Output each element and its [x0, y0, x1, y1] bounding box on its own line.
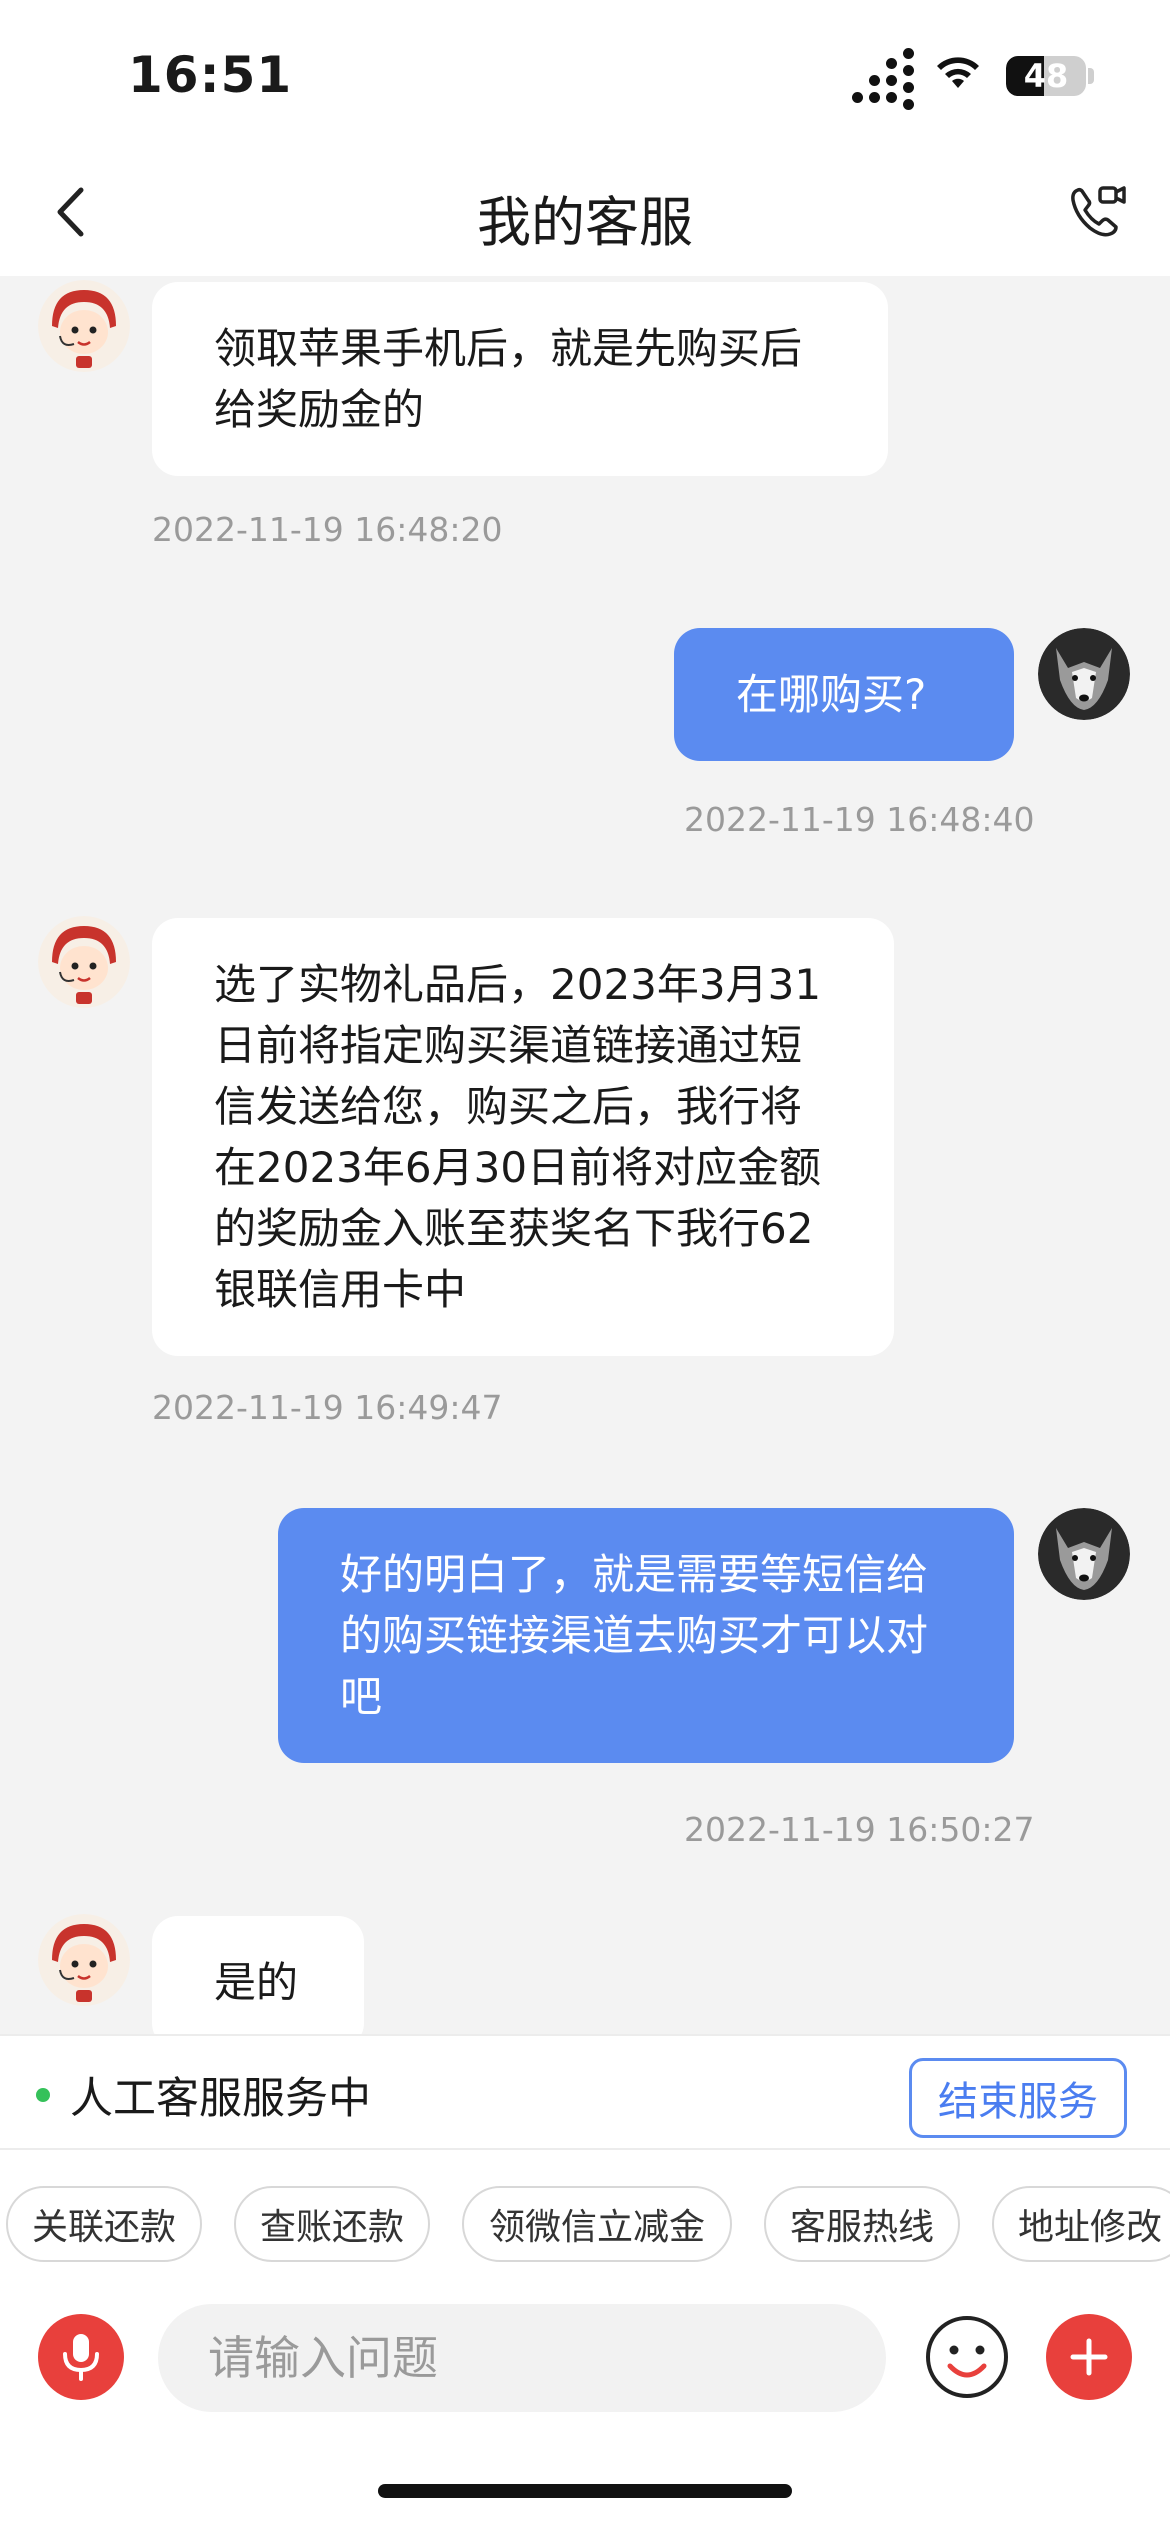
- message-text: 领取苹果手机后，就是先购买后给奖励金的: [214, 324, 803, 434]
- chip-bill-repayment[interactable]: 查账还款: [234, 2186, 430, 2262]
- page-title: 我的客服: [477, 191, 693, 254]
- mic-icon: [63, 2334, 99, 2381]
- plus-icon: [1070, 2338, 1108, 2376]
- message-bubble-agent: 选了实物礼品后，2023年3月31日前将指定购买渠道链接通过短信发送给您，购买之…: [152, 918, 894, 1356]
- message-bubble-agent: 是的: [152, 1916, 364, 2034]
- service-status-bar: 人工客服服务中 结束服务: [0, 2034, 1170, 2150]
- quick-reply-chips: 关联还款 查账还款 领微信立减金 客服热线 地址修改: [0, 2150, 1170, 2300]
- chip-address-change[interactable]: 地址修改: [992, 2186, 1170, 2262]
- message-bubble-user: 在哪购买?: [674, 628, 1014, 761]
- message-timestamp: 2022-11-19 16:50:27: [684, 1810, 1035, 1849]
- battery-icon: 48: [1006, 56, 1086, 96]
- battery-percent: 48: [1023, 57, 1069, 95]
- status-bar: 16:51 48: [0, 0, 1170, 150]
- user-avatar: [1038, 628, 1130, 720]
- input-bar: [0, 2300, 1170, 2532]
- smile-icon[interactable]: [924, 2314, 1010, 2400]
- user-avatar: [1038, 1508, 1130, 1600]
- online-status-dot: [36, 2088, 50, 2102]
- service-status-text: 人工客服服务中: [70, 2074, 371, 2124]
- battery-cap: [1088, 68, 1094, 84]
- chip-linked-repayment[interactable]: 关联还款: [6, 2186, 202, 2262]
- chip-service-hotline[interactable]: 客服热线: [764, 2186, 960, 2262]
- add-button[interactable]: [1046, 2314, 1132, 2400]
- agent-avatar: [38, 1914, 130, 2006]
- message-bubble-user: 好的明白了，就是需要等短信给的购买链接渠道去购买才可以对吧: [278, 1508, 1014, 1763]
- end-service-button[interactable]: 结束服务: [909, 2058, 1127, 2138]
- agent-avatar: [38, 280, 130, 372]
- message-timestamp: 2022-11-19 16:48:20: [152, 510, 503, 549]
- message-text: 好的明白了，就是需要等短信给的购买链接渠道去购买才可以对吧: [340, 1550, 929, 1721]
- home-indicator: [378, 2484, 792, 2498]
- message-text: 是的: [214, 1958, 299, 2007]
- message-timestamp: 2022-11-19 16:48:40: [684, 800, 1035, 839]
- voice-input-button[interactable]: [38, 2314, 124, 2400]
- chat-message-list[interactable]: 领取苹果手机后，就是先购买后给奖励金的 2022-11-19 16:48:20 …: [0, 276, 1170, 2034]
- agent-avatar: [38, 916, 130, 1008]
- message-text: 在哪购买?: [736, 670, 927, 719]
- cellular-signal-icon: [852, 48, 914, 110]
- phone-video-icon[interactable]: [1064, 180, 1128, 244]
- chip-wechat-discount[interactable]: 领微信立减金: [462, 2186, 732, 2262]
- nav-bar: 我的客服: [0, 150, 1170, 276]
- question-input[interactable]: [158, 2304, 886, 2412]
- message-bubble-agent: 领取苹果手机后，就是先购买后给奖励金的: [152, 282, 888, 476]
- message-text: 选了实物礼品后，2023年3月31日前将指定购买渠道链接通过短信发送给您，购买之…: [214, 960, 822, 1314]
- wifi-icon: [937, 57, 979, 88]
- status-time: 16:51: [128, 46, 293, 104]
- message-timestamp: 2022-11-19 16:49:47: [152, 1388, 503, 1427]
